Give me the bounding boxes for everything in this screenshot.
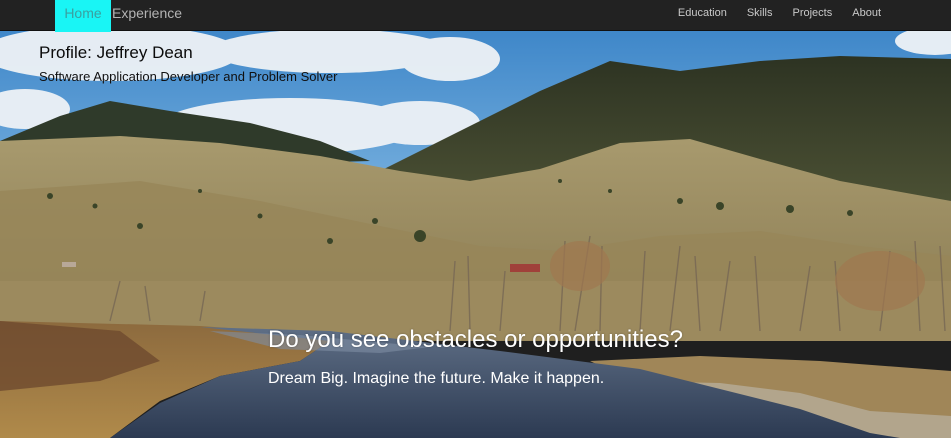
hero-tagline: Dream Big. Imagine the future. Make it h… — [268, 370, 605, 387]
navbar: Home Experience Education Skills Project… — [0, 0, 951, 32]
profile-title: Profile: Jeffrey Dean — [39, 43, 193, 62]
nav-education-link[interactable]: Education — [678, 0, 727, 30]
nav-left: Home Experience — [55, 0, 182, 32]
nav-right: Education Skills Projects About — [658, 0, 881, 30]
nav-skills-link[interactable]: Skills — [747, 0, 773, 30]
hero-headline: Do you see obstacles or opportunities? — [268, 326, 683, 353]
nav-about-link[interactable]: About — [852, 0, 881, 30]
nav-experience-link[interactable]: Experience — [112, 0, 182, 30]
profile-subtitle: Software Application Developer and Probl… — [39, 69, 338, 84]
nav-projects-link[interactable]: Projects — [793, 0, 833, 30]
nav-home-link[interactable]: Home — [55, 0, 111, 32]
